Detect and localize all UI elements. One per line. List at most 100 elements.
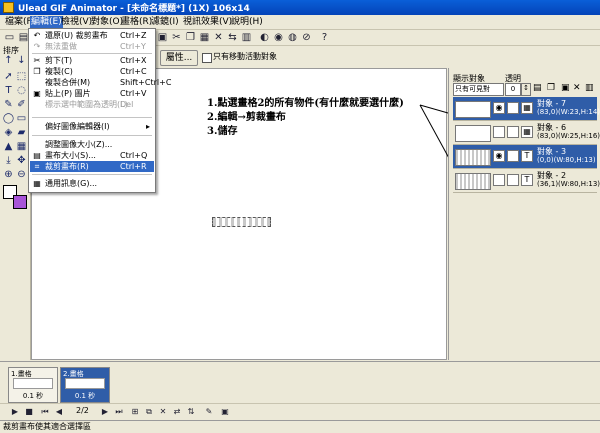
brush-tool-icon[interactable]: ✐ — [15, 98, 28, 111]
menu-item-redo[interactable]: ↷ 無法重做 Ctrl+Y — [30, 41, 154, 52]
add-frame-icon[interactable]: ⊞ — [130, 406, 140, 417]
lock-toggle[interactable] — [507, 150, 519, 162]
toolbar-preview-icon[interactable]: ◍ — [286, 31, 299, 44]
menu-item-undo[interactable]: ↶ 還原(U) 裁剪畫布 Ctrl+Z — [30, 30, 154, 41]
frame-thumbnail[interactable]: 1.畫格 0.1 秒 — [8, 367, 58, 403]
reverse-frames-icon[interactable]: ⇅ — [186, 406, 196, 417]
arrow-down-icon[interactable]: ↓ — [15, 54, 28, 67]
move-tool-icon[interactable]: ✥ — [15, 154, 28, 167]
marquee-tool-icon[interactable]: ⬚ — [15, 70, 28, 83]
frame-delay[interactable]: 0.1 秒 — [9, 391, 57, 401]
zoom-in-icon[interactable]: ⊕ — [2, 168, 15, 181]
menu-item-copy-merged[interactable]: 複製合併(M) Shift+Ctrl+C — [30, 77, 171, 88]
zoom-out-icon[interactable]: ⊖ — [15, 168, 28, 181]
panel-tool-3-icon[interactable]: ▣ — [561, 83, 570, 93]
new-icon[interactable]: ▭ — [3, 31, 16, 44]
properties-button[interactable]: 屬性... — [160, 50, 198, 66]
menu-view[interactable]: 檢視(V) — [60, 16, 93, 28]
menu-item-shortcut: Ctrl+X — [120, 56, 147, 65]
menu-item-mark-transparent[interactable]: 標示選中範圍為透明(L) Del — [30, 99, 154, 110]
toolbar-misc-icon[interactable]: ⊘ — [300, 31, 313, 44]
last-frame-icon[interactable]: ⏭ — [114, 406, 124, 417]
menu-item-preferred-editor[interactable]: 偏好圖像編輯器(I) ▸ — [30, 121, 154, 132]
arrow-up-icon[interactable]: ↑ — [2, 54, 15, 67]
menu-item-shortcut: Ctrl+Z — [120, 31, 147, 40]
lock-toggle[interactable] — [507, 174, 519, 186]
menu-object[interactable]: 對象(O) — [90, 16, 124, 28]
grid-tool-icon[interactable]: ▦ — [15, 140, 28, 153]
stamp-tool-icon[interactable]: ▲ — [2, 140, 15, 153]
stop-icon[interactable]: ■ — [24, 406, 34, 417]
object-info: (83,0)(W:25,H:16) — [537, 132, 600, 140]
transparency-stepper[interactable]: ↕ — [521, 83, 531, 96]
eraser-tool-icon[interactable]: ▰ — [15, 126, 28, 139]
eyedropper-tool-icon[interactable]: ⤓ — [2, 154, 15, 167]
toolbar-cut-icon[interactable]: ✂ — [170, 31, 183, 44]
frame-delay[interactable]: 0.1 秒 — [61, 391, 109, 401]
toolbar-view-icon[interactable]: ▥ — [240, 31, 253, 44]
object-row[interactable]: ▦ 對象 - 6 (83,0)(W:25,H:16) — [453, 121, 600, 145]
menu-item-label: 複製合併(M) — [45, 78, 91, 87]
lock-toggle[interactable] — [507, 102, 519, 114]
toolbar-optimize-icon[interactable]: ◐ — [258, 31, 271, 44]
frame-export-icon[interactable]: ▣ — [220, 406, 230, 417]
duplicate-frame-icon[interactable]: ⧉ — [144, 406, 154, 417]
eye-icon[interactable]: ◉ — [493, 102, 505, 114]
menu-item-preferences[interactable]: ▦ 通用訊息(G)... — [30, 178, 154, 189]
toolbar-copy-icon[interactable]: ❐ — [184, 31, 197, 44]
visibility-toggle[interactable] — [493, 174, 505, 186]
menu-item-canvas-size[interactable]: ▤ 畫布大小(S)... Ctrl+Q — [30, 150, 154, 161]
text-tool-icon[interactable]: T — [2, 84, 15, 97]
toolbar-paste2-icon[interactable]: ▦ — [198, 31, 211, 44]
frame-props-icon[interactable]: ✎ — [204, 406, 214, 417]
panel-tool-2-icon[interactable]: ❐ — [547, 83, 555, 93]
shape-tool-icon[interactable]: ◯ — [2, 112, 15, 125]
object-info: (0,0)(W:80,H:13) — [537, 156, 596, 164]
frame-thumbnail[interactable]: 2.畫格 0.1 秒 — [60, 367, 110, 403]
only-moving-checkbox[interactable] — [202, 53, 212, 63]
frame-panel: 1.畫格 0.1 秒 2.畫格 0.1 秒 — [0, 361, 600, 403]
menu-edit[interactable]: 編輯(E) — [30, 16, 63, 28]
toolbar-swap-icon[interactable]: ⇆ — [226, 31, 239, 44]
help-icon[interactable]: ? — [318, 31, 331, 44]
transparency-field[interactable]: 0 — [505, 83, 521, 96]
select-tool-icon[interactable]: ➚ — [2, 70, 15, 83]
play-icon[interactable]: ▶ — [10, 406, 20, 417]
menu-item-resize-image[interactable]: 調整圖像大小(Z)... — [30, 139, 154, 150]
menu-item-crop-canvas[interactable]: ⌗ 裁剪畫布(R) Ctrl+R — [30, 161, 154, 172]
first-frame-icon[interactable]: ⏮ — [40, 406, 50, 417]
image-selection[interactable] — [212, 217, 271, 227]
toolbar-delete-icon[interactable]: ✕ — [212, 31, 225, 44]
menu-frame[interactable]: 畫格(R) — [120, 16, 153, 28]
menu-item-paste[interactable]: ▣ 貼上(P) 圖片 Ctrl+V — [30, 88, 154, 99]
next-frame-icon[interactable]: ▶ — [100, 406, 110, 417]
menu-item-copy[interactable]: ❐ 複製(C) Ctrl+C — [30, 66, 154, 77]
menu-filter[interactable]: 濾鏡(I) — [150, 16, 180, 28]
fill-tool-icon[interactable]: ◈ — [2, 126, 15, 139]
pen-tool-icon[interactable]: ✎ — [2, 98, 15, 111]
panel-tool-4-icon[interactable]: ▥ — [585, 83, 594, 93]
tool-panel: 排序 ↑ ↓ ➚ ⬚ T ◌ ✎ ✐ ◯ ▭ ◈ ▰ ▲ ▦ ⤓ ✥ ⊕ ⊖ — [0, 45, 31, 360]
visibility-toggle[interactable] — [493, 126, 505, 138]
prev-frame-icon[interactable]: ◀ — [54, 406, 64, 417]
panel-delete-icon[interactable]: ✕ — [573, 83, 581, 93]
eye-icon[interactable]: ◉ — [493, 150, 505, 162]
object-row[interactable]: ◉ ▦ 對象 - 7 (83,0)(W:23,H:14) — [453, 97, 600, 121]
instruction-line-2: 2.編輯→剪裁畫布 — [207, 112, 286, 123]
tween-icon[interactable]: ⇄ — [172, 406, 182, 417]
foreground-color-swatch[interactable] — [13, 195, 27, 209]
delete-frame-icon[interactable]: ✕ — [158, 406, 168, 417]
menu-help[interactable]: 說明(H) — [230, 16, 264, 28]
lock-toggle[interactable] — [507, 126, 519, 138]
rect-tool-icon[interactable]: ▭ — [15, 112, 28, 125]
toolbar-globe-icon[interactable]: ◉ — [272, 31, 285, 44]
menu-item-cut[interactable]: ✂ 剪下(T) Ctrl+X — [30, 55, 154, 66]
menu-item-label: 調整圖像大小(Z)... — [45, 140, 113, 149]
object-row[interactable]: ◉ T 對象 - 3 (0,0)(W:80,H:13) — [453, 145, 597, 169]
display-objects-select[interactable]: 只有可見對 — [453, 83, 504, 96]
lasso-tool-icon[interactable]: ◌ — [15, 84, 28, 97]
panel-tool-1-icon[interactable]: ▤ — [533, 83, 542, 93]
menu-video-effects[interactable]: 視訊效果(V) — [182, 16, 233, 28]
toolbar-paste-icon[interactable]: ▣ — [156, 31, 169, 44]
object-row[interactable]: T 對象 - 2 (36,1)(W:80,H:13) — [453, 169, 600, 193]
